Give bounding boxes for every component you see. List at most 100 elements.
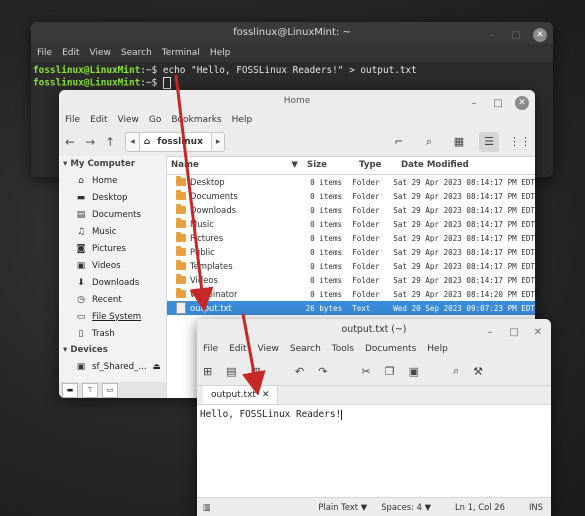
sidebar-item-pictures[interactable]: ◙ Pictures [59,240,166,257]
terminal-titlebar[interactable]: fosslinux@LinuxMint: ~ [31,22,553,44]
paste-icon[interactable]: ▣ [409,365,419,378]
menu-file[interactable]: File [65,115,80,125]
close-icon[interactable]: ✕ [531,327,545,338]
table-row[interactable]: Documents 0 items Folder Sat 29 Apr 2023 08… [167,189,535,203]
music-icon: ♫ [76,226,86,237]
sidebar-item-downloads[interactable]: ⬇ Downloads [59,274,166,291]
breadcrumb-home[interactable]: ⌂ fosslinux [138,133,212,151]
menu-go[interactable]: Go [149,115,161,125]
menu-tools[interactable]: Tools [332,344,354,354]
menu-help[interactable]: Help [210,48,231,58]
sidebar-item-trash[interactable]: ▯ Trash [59,325,166,342]
path-left-icon[interactable]: ◂ [126,137,139,147]
sidebar-item-desktop[interactable]: ▬ Desktop [59,189,166,206]
search-icon[interactable]: ⌕ [419,132,439,152]
table-row[interactable]: Music 0 items Folder Sat 29 Apr 2023 08:14:… [167,217,535,231]
menu-view[interactable]: View [90,48,111,58]
table-row[interactable]: Videos 0 items Folder Sat 29 Apr 2023 08:14… [167,273,535,287]
file-name-cell: Templates [167,260,301,271]
menu-documents[interactable]: Documents [365,344,416,354]
table-row[interactable]: Downloads 0 items Folder Sat 29 Apr 2023 08… [167,203,535,217]
sidebar-item-home[interactable]: ⌂ Home [59,172,166,189]
back-icon[interactable]: ← [65,135,75,149]
file-date: Wed 20 Sep 2023 09:07:23 PM EDT [393,303,535,313]
file-name-cell: Documents [167,190,301,201]
prompt-path: :~$ [140,65,158,76]
minimize-icon[interactable]: – [467,98,481,109]
sidebar-item-videos[interactable]: ▣ Videos [59,257,166,274]
sidebar-item-file-system[interactable]: ▭ File System [59,308,166,325]
menu-file[interactable]: File [37,48,52,58]
column-date[interactable]: Date Modified [397,160,535,170]
search-icon[interactable]: ⌕ [453,364,459,378]
folder-icon [176,260,186,270]
table-row[interactable]: output.txt 26 bytes Text Wed 20 Sep 2023 09… [167,301,535,315]
spaces-selector[interactable]: Spaces: 4 ▼ [381,502,431,512]
sidebar-item-documents[interactable]: ▤ Documents [59,206,166,223]
close-icon[interactable]: ✕ [533,28,547,42]
menu-edit[interactable]: Edit [62,48,79,58]
maximize-icon[interactable]: □ [507,327,521,338]
menu-search[interactable]: Search [290,344,321,354]
file-manager-titlebar[interactable]: Home [59,90,535,112]
terminal-output[interactable]: fosslinux@LinuxMint:~$ echo "Hello, FOSS… [31,62,553,93]
icon-view-icon[interactable]: ▦ [449,132,469,152]
table-row[interactable]: Desktop 0 items Folder Sat 29 Apr 2023 08:1… [167,175,535,189]
toggle-location-icon[interactable]: ⌐ [389,132,409,152]
table-row[interactable]: Templates 0 items Folder Sat 29 Apr 2023 08… [167,259,535,273]
maximize-icon[interactable]: □ [509,30,523,41]
minimize-icon[interactable]: – [485,30,499,41]
menu-bookmarks[interactable]: Bookmarks [171,115,221,125]
tab-close-icon[interactable]: ✕ [262,390,270,400]
editor-text-area[interactable]: Hello, FOSSLinux Readers! [197,405,551,495]
sidebar-item-music[interactable]: ♫ Music [59,223,166,240]
text-cursor [341,409,343,420]
table-row[interactable]: Public 0 items Folder Sat 29 Apr 2023 08:14… [167,245,535,259]
menu-view[interactable]: View [118,115,139,125]
compact-view-icon[interactable]: ⋮⋮ [509,132,531,152]
up-icon[interactable]: ↑ [105,135,115,149]
menu-help[interactable]: Help [232,115,253,125]
list-view-icon[interactable]: ☰ [479,132,499,152]
sidebar-heading-computer[interactable]: ▾ My Computer [59,156,166,172]
column-size[interactable]: Size [304,160,355,170]
places-icon[interactable]: ▬ [62,383,78,398]
undo-icon[interactable]: ↶ [295,365,304,378]
menu-search[interactable]: Search [121,48,152,58]
column-type[interactable]: Type [355,160,397,170]
menu-edit[interactable]: Edit [90,115,107,125]
menu-terminal[interactable]: Terminal [162,48,200,58]
prompt: fosslinux@LinuxMint [33,65,141,76]
tree-icon[interactable]: ⊤ [82,383,98,398]
file-name-cell: Downloads [167,204,301,215]
save-icon[interactable]: ▥ [251,365,261,378]
copy-icon[interactable]: ❐ [385,365,395,378]
replace-icon[interactable]: ⚒ [473,365,483,378]
table-row[interactable]: Wallpinator 0 items Folder Sat 29 Apr 2023 … [167,287,535,301]
sidebar-toggle-icon[interactable]: ▥ [203,502,211,512]
menu-file[interactable]: File [203,344,218,354]
maximize-icon[interactable]: □ [491,98,505,109]
menu-view[interactable]: View [258,344,279,354]
path-right-icon[interactable]: ▸ [212,137,225,147]
sidebar-item-device[interactable]: ▣ sf_Shared_... ⏏ [59,358,166,375]
hide-sidebar-icon[interactable]: ▭ [102,383,118,398]
file-manager-window-controls: – □ ✕ [467,90,529,116]
menu-edit[interactable]: Edit [229,344,246,354]
syntax-selector[interactable]: Plain Text ▼ [318,502,367,512]
cut-icon[interactable]: ✂ [361,365,370,378]
close-icon[interactable]: ✕ [515,96,529,110]
tab-output-txt[interactable]: output.txt ✕ [203,386,279,404]
redo-icon[interactable]: ↷ [318,365,327,378]
table-row[interactable]: Pictures 0 items Folder Sat 29 Apr 2023 08:… [167,231,535,245]
column-name[interactable]: Name ▼ [167,160,304,170]
menu-help[interactable]: Help [427,344,448,354]
new-document-icon[interactable]: ⊞ [203,365,212,378]
forward-icon[interactable]: → [85,135,95,149]
eject-icon[interactable]: ⏏ [153,362,161,372]
open-icon[interactable]: ▤ [226,365,236,378]
sidebar-heading-devices[interactable]: ▾ Devices [59,342,166,358]
minimize-icon[interactable]: – [483,327,497,338]
folder-icon [176,190,186,200]
sidebar-item-recent[interactable]: ◷ Recent [59,291,166,308]
